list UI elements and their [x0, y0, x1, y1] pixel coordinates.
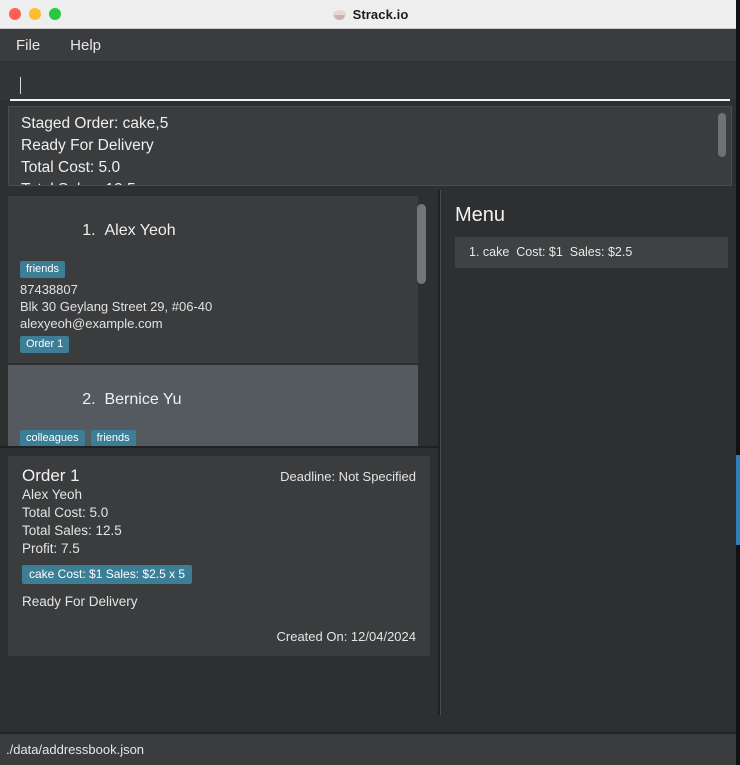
order-title: Order 1 [22, 466, 80, 485]
order-profit: Profit: 7.5 [22, 541, 80, 556]
result-line: Staged Order: cake,5 [21, 115, 169, 132]
person-name-text: Alex Yeoh [104, 222, 176, 239]
title-center: Strack.io [0, 7, 740, 22]
cake-icon [332, 7, 347, 22]
person-list-panel: 1. Alex Yeoh friends 87438807 Blk 30 Gey… [0, 190, 438, 448]
window-edge-accent [736, 455, 740, 545]
result-line: Total Sales: 12.5 [21, 179, 721, 185]
order-card[interactable]: Order 1 Deadline: Not Specified Alex Yeo… [8, 456, 430, 656]
tag-badge[interactable]: friends [90, 430, 136, 446]
order-total-sales: Total Sales: 12.5 [22, 523, 122, 538]
person-card[interactable]: 1. Alex Yeoh friends 87438807 Blk 30 Gey… [8, 196, 418, 363]
status-bar: ./data/addressbook.json [0, 732, 740, 765]
window-title: Strack.io [352, 6, 409, 22]
person-card[interactable]: 2. Bernice Yu colleagues friends 9927275… [8, 365, 418, 446]
app-window: Strack.io File Help Staged Order: cake,5… [0, 0, 740, 765]
result-panel-wrap: Staged Order: cake,5 Ready For Delivery … [0, 100, 740, 190]
order-badge[interactable]: Order 1 [20, 336, 70, 353]
menu-bar: File Help [0, 29, 740, 62]
result-line: Total Cost: 5.0 [21, 159, 121, 176]
order-card-header: Order 1 Deadline: Not Specified [22, 466, 416, 486]
order-item-badge[interactable]: cake Cost: $1 Sales: $2.5 x 5 [22, 565, 193, 584]
menu-item-file[interactable]: File [12, 35, 44, 56]
minimize-window-button[interactable] [29, 8, 41, 20]
order-list-panel: Order 1 Deadline: Not Specified Alex Yeo… [0, 448, 438, 715]
order-items-row: cake Cost: $1 Sales: $2.5 x 5 [22, 565, 416, 584]
window-controls [9, 0, 61, 28]
left-column: 1. Alex Yeoh friends 87438807 Blk 30 Gey… [0, 190, 438, 715]
window-edge [736, 0, 740, 765]
title-bar: Strack.io [0, 0, 740, 29]
menu-panel-heading: Menu [455, 204, 506, 226]
menu-item-help[interactable]: Help [66, 35, 105, 56]
person-name: 1. Alex Yeoh [20, 204, 406, 258]
order-status: Ready For Delivery [22, 594, 138, 609]
order-total-cost: Total Cost: 5.0 [22, 505, 109, 520]
result-panel-scrollbar[interactable] [718, 113, 726, 175]
right-column: Menu 1. cake Cost: $1 Sales: $2.5 [440, 190, 740, 715]
tag-badge[interactable]: colleagues [20, 430, 85, 446]
command-box [0, 62, 740, 101]
person-name: 2. Bernice Yu [20, 373, 406, 427]
person-list-scrollbar[interactable] [417, 204, 426, 438]
order-customer: Alex Yeoh [22, 487, 83, 502]
tag-badge[interactable]: friends [20, 261, 66, 278]
person-list: 1. Alex Yeoh friends 87438807 Blk 30 Gey… [8, 196, 418, 446]
tag-row: colleagues friends [20, 430, 406, 446]
person-email: alexyeoh@example.com [20, 316, 163, 331]
order-deadline: Deadline: Not Specified [280, 469, 416, 484]
result-line: Ready For Delivery [21, 137, 154, 154]
text-caret [20, 77, 21, 94]
person-name-text: Bernice Yu [104, 391, 182, 408]
person-index: 2. [82, 391, 96, 408]
maximize-window-button[interactable] [49, 8, 61, 20]
menu-entry[interactable]: 1. cake Cost: $1 Sales: $2.5 [455, 237, 728, 268]
tag-row: friends [20, 261, 406, 278]
save-location-path: ./data/addressbook.json [6, 742, 145, 757]
menu-panel: Menu 1. cake Cost: $1 Sales: $2.5 [441, 190, 740, 715]
close-window-button[interactable] [9, 8, 21, 20]
scrollbar-thumb[interactable] [417, 204, 426, 284]
command-input[interactable] [10, 72, 730, 101]
result-display-panel: Staged Order: cake,5 Ready For Delivery … [8, 106, 732, 186]
person-address: Blk 30 Geylang Street 29, #06-40 [20, 299, 213, 314]
order-created-on: Created On: 12/04/2024 [276, 629, 417, 644]
main-content-area: 1. Alex Yeoh friends 87438807 Blk 30 Gey… [0, 190, 740, 715]
person-index: 1. [82, 222, 96, 239]
scrollbar-thumb[interactable] [718, 113, 726, 157]
person-phone: 87438807 [20, 282, 78, 297]
order-badge-row: Order 1 [20, 336, 406, 353]
